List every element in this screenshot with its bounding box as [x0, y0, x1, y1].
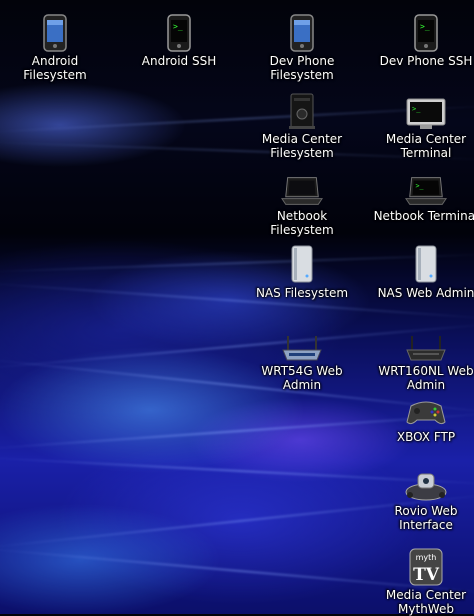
- mythtv-badge-line2: TV: [413, 565, 440, 585]
- robot-icon: [404, 458, 448, 502]
- desktop-icon-android-filesystem[interactable]: Android Filesystem: [7, 8, 103, 82]
- desktop-icon-nas-web-admin[interactable]: NAS Web Admin: [378, 240, 474, 300]
- router-icon: [280, 318, 324, 362]
- icon-label: Media Center MythWeb: [385, 588, 467, 616]
- icon-label: WRT54G Web Admin: [261, 364, 343, 392]
- icon-label: Dev Phone Filesystem: [269, 54, 335, 82]
- icon-label: Netbook Terminal: [373, 209, 474, 223]
- terminal-screen-icon: >_: [404, 86, 448, 130]
- desktop-icon-dev-phone-ssh[interactable]: >_ Dev Phone SSH: [378, 8, 474, 68]
- laptop-icon: [280, 163, 324, 207]
- media-center-icon: [280, 86, 324, 130]
- desktop-icon-dev-phone-filesystem[interactable]: Dev Phone Filesystem: [254, 8, 350, 82]
- router-icon: [404, 318, 448, 362]
- icon-label: Android SSH: [141, 54, 217, 68]
- desktop-icon-android-ssh[interactable]: >_ Android SSH: [131, 8, 227, 68]
- laptop-terminal-icon: >_: [404, 163, 448, 207]
- mythtv-icon: myth TV: [404, 542, 448, 586]
- icon-label: Media Center Terminal: [385, 132, 467, 160]
- desktop-icon-media-center-mythweb[interactable]: myth TV Media Center MythWeb: [378, 542, 474, 616]
- icon-label: Android Filesystem: [23, 54, 87, 82]
- icon-label: NAS Web Admin: [377, 286, 474, 300]
- icon-label: Netbook Filesystem: [270, 209, 334, 237]
- icon-label: Rovio Web Interface: [394, 504, 458, 532]
- desktop-icon-media-center-terminal[interactable]: >_ Media Center Terminal: [378, 86, 474, 160]
- terminal-phone-icon: >_: [157, 8, 201, 52]
- svg-text:>_: >_: [412, 105, 421, 113]
- nas-drive-icon: [280, 240, 324, 284]
- svg-text:>_: >_: [173, 22, 183, 31]
- desktop-icon-xbox-ftp[interactable]: XBOX FTP: [378, 384, 474, 444]
- desktop-icon-wrt160nl-web-admin[interactable]: WRT160NL Web Admin: [378, 318, 474, 392]
- icon-label: Media Center Filesystem: [261, 132, 343, 160]
- svg-text:>_: >_: [415, 182, 424, 190]
- icon-label: XBOX FTP: [396, 430, 456, 444]
- android-phone-icon: [33, 8, 77, 52]
- desktop-icon-wrt54g-web-admin[interactable]: WRT54G Web Admin: [254, 318, 350, 392]
- nas-drive-icon: [404, 240, 448, 284]
- game-controller-icon: [404, 384, 448, 428]
- desktop-icon-media-center-filesystem[interactable]: Media Center Filesystem: [254, 86, 350, 160]
- icon-label: Dev Phone SSH: [379, 54, 473, 68]
- android-phone-icon: [280, 8, 324, 52]
- desktop-icon-netbook-filesystem[interactable]: Netbook Filesystem: [254, 163, 350, 237]
- svg-text:>_: >_: [420, 22, 430, 31]
- desktop-icon-rovio-web-interface[interactable]: Rovio Web Interface: [378, 458, 474, 532]
- desktop-icon-netbook-terminal[interactable]: >_ Netbook Terminal: [374, 163, 474, 223]
- icon-label: NAS Filesystem: [255, 286, 349, 300]
- mythtv-badge-line1: myth: [416, 553, 437, 562]
- terminal-phone-icon: >_: [404, 8, 448, 52]
- desktop-icon-nas-filesystem[interactable]: NAS Filesystem: [254, 240, 350, 300]
